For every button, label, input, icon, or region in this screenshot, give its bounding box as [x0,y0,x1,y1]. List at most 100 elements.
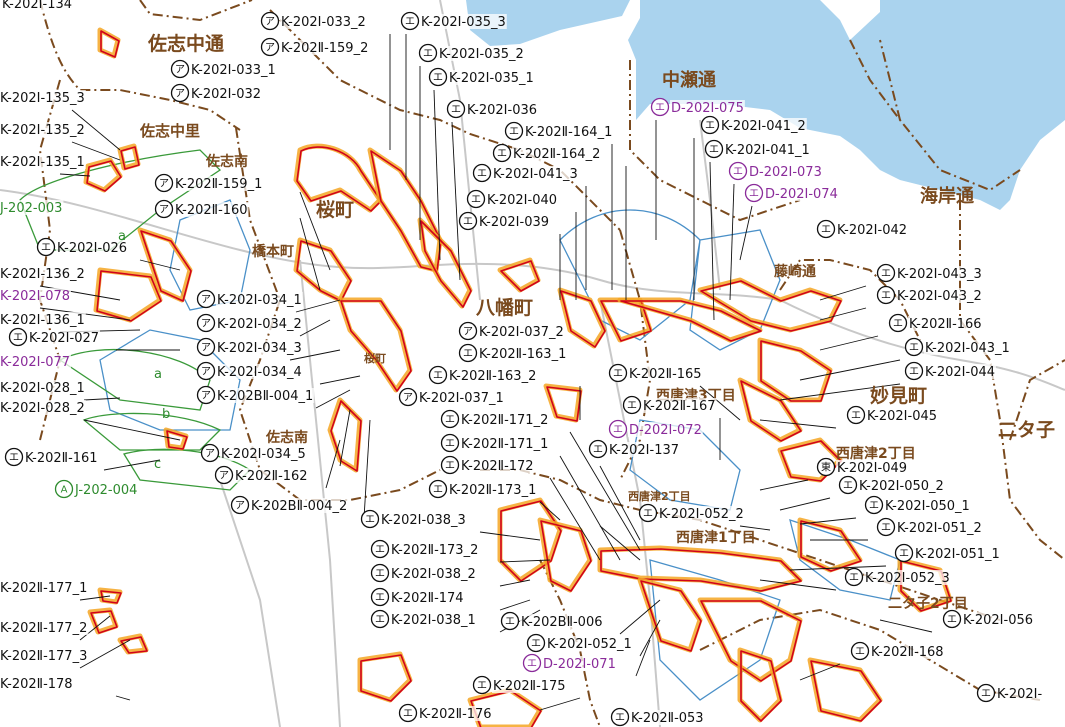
hazard-label[interactable]: ア K-202Ⅱ-159_1 [154,173,264,193]
hazard-label[interactable]: エ K-202Ⅱ-167 [622,395,717,415]
hazard-label[interactable]: K-202Ⅰ-028_2 [0,400,86,416]
hazard-label[interactable]: エ K-202Ⅰ-027 [8,327,101,347]
hazard-code: K-202Ⅱ-167 [643,399,716,414]
hazard-label[interactable]: エ K-202Ⅰ- [976,683,1044,703]
hazard-label[interactable]: K-202Ⅰ-135_3 [0,90,86,106]
hazard-label[interactable]: ア K-202Ⅰ-033_1 [170,59,277,79]
hazard-label[interactable]: エ K-202Ⅰ-052_1 [526,633,633,653]
hazard-label[interactable]: エ K-202Ⅱ-175 [472,675,567,695]
hazard-code: K-202Ⅰ-034_1 [217,293,302,308]
hazard-label[interactable]: エ K-202Ⅰ-035_2 [418,43,525,63]
hazard-label[interactable]: エ K-202Ⅰ-036 [446,99,539,119]
hazard-label[interactable]: エ K-202Ⅰ-050_2 [838,475,945,495]
hazard-label[interactable]: ア K-202Ⅱ-162 [214,465,309,485]
hazard-label[interactable]: K-202Ⅰ-136_1 [0,312,86,328]
hazard-label[interactable]: K-202Ⅰ-077 [0,354,72,370]
hazard-label[interactable]: ア K-202Ⅰ-032 [170,83,263,103]
hazard-label[interactable]: エ K-202Ⅱ-166 [888,313,983,333]
hazard-label[interactable]: エ K-202Ⅱ-163_2 [428,365,538,385]
hazard-label[interactable]: エ K-202Ⅰ-044 [904,361,997,381]
hazard-label[interactable]: K-202Ⅰ-078 [0,288,72,304]
hazard-label[interactable]: エ K-202Ⅰ-051_1 [894,543,1001,563]
hazard-label[interactable]: エ K-202Ⅰ-039 [458,211,551,231]
hazard-label[interactable]: エ K-202Ⅱ-176 [398,703,493,723]
hazard-label[interactable]: エ K-202Ⅱ-174 [370,587,465,607]
category-symbol: エ [655,103,665,114]
hazard-label[interactable]: エ K-202Ⅰ-043_3 [876,263,983,283]
hazard-label[interactable]: 東 K-202Ⅰ-049 [816,457,909,477]
hazard-label[interactable]: J-202-003 [0,200,64,216]
hazard-label[interactable]: エ K-202Ⅰ-050_1 [864,495,971,515]
category-symbol: ア [265,43,275,54]
hazard-label[interactable]: エ K-202Ⅰ-035_1 [428,67,535,87]
hazard-label[interactable]: エ K-202Ⅰ-043_1 [904,337,1011,357]
hazard-label[interactable]: K-202Ⅰ-028_1 [0,380,86,396]
hazard-label[interactable]: エ K-202Ⅱ-172 [440,455,535,475]
hazard-label[interactable]: エ K-202BⅡ-006 [500,611,604,631]
hazard-label[interactable]: K-202Ⅱ-177_2 [0,620,89,636]
hazard-label[interactable]: エ K-202Ⅰ-052_2 [638,503,745,523]
hazard-label[interactable]: ア K-202BⅡ-004_1 [196,385,315,405]
hazard-label[interactable]: エ K-202Ⅰ-137 [588,439,681,459]
hazard-label[interactable]: ア K-202Ⅰ-034_4 [196,361,303,381]
hazard-label[interactable]: エ K-202Ⅱ-165 [608,363,703,383]
category-symbol: エ [463,217,473,228]
hazard-code: K-202Ⅱ-168 [871,645,944,660]
hazard-label[interactable]: エ K-202Ⅰ-040 [466,189,559,209]
hazard-label[interactable]: エ K-202Ⅱ-053 [610,707,705,727]
hazard-label[interactable]: エ D-202Ⅰ-075 [650,97,745,117]
hazard-label[interactable]: エ K-202Ⅰ-035_3 [400,11,507,31]
hazard-label[interactable]: エ K-202Ⅱ-161 [4,447,99,467]
hazard-label[interactable]: エ K-202Ⅱ-171_1 [440,433,550,453]
hazard-label[interactable]: エ K-202Ⅰ-043_2 [876,285,983,305]
hazard-label[interactable]: エ K-202Ⅱ-164_1 [504,121,614,141]
hazard-label[interactable]: エ K-202Ⅱ-168 [850,641,945,661]
hazard-label[interactable]: エ K-202Ⅰ-052_3 [844,567,951,587]
hazard-label[interactable]: ア K-202Ⅰ-034_2 [196,313,303,333]
hazard-label[interactable]: K-202Ⅰ-136_2 [0,266,86,282]
hazard-label[interactable]: エ K-202Ⅰ-026 [36,237,129,257]
hazard-label[interactable]: A J-202-004 [54,479,139,499]
hazard-label[interactable]: エ K-202Ⅰ-038_2 [370,563,477,583]
hazard-label[interactable]: K-202Ⅰ-135_1 [0,154,86,170]
hazard-label[interactable]: エ K-202Ⅰ-041_3 [472,163,579,183]
hazard-label[interactable]: エ D-202Ⅰ-071 [522,653,617,673]
category-symbol: エ [433,371,443,382]
hazard-code: D-202Ⅰ-071 [543,657,616,672]
hazard-label[interactable]: エ K-202Ⅰ-045 [846,405,939,425]
hazard-label[interactable]: エ K-202Ⅰ-042 [816,219,909,239]
hazard-label[interactable]: エ K-202Ⅱ-173_1 [428,479,538,499]
hazard-label[interactable]: エ K-202Ⅰ-056 [942,609,1035,629]
hazard-label[interactable]: ア K-202Ⅱ-160 [154,199,249,219]
hazard-code: K-202Ⅰ-137 [609,443,679,458]
hazard-label[interactable]: K-202Ⅰ-134 [1,0,74,12]
hazard-label[interactable]: ア K-202BⅡ-004_2 [230,495,349,515]
hazard-code: K-202Ⅰ-043_2 [897,289,982,304]
hazard-label[interactable]: エ K-202Ⅱ-173_2 [370,539,480,559]
hazard-label[interactable]: K-202Ⅰ-135_2 [0,122,86,138]
hazard-code: D-202Ⅰ-074 [765,187,838,202]
hazard-label[interactable]: エ K-202Ⅰ-041_2 [700,115,807,135]
category-symbol: エ [869,501,879,512]
hazard-zone-outer [697,597,803,683]
hazard-label[interactable]: エ D-202Ⅰ-073 [728,161,823,181]
hazard-label[interactable]: ア K-202Ⅰ-037_1 [398,387,505,407]
hazard-label[interactable]: K-202Ⅱ-177_1 [0,580,89,596]
hazard-label[interactable]: エ K-202Ⅰ-038_1 [370,609,477,629]
hazard-label[interactable]: エ K-202Ⅱ-171_2 [440,409,550,429]
hazard-label[interactable]: エ K-202Ⅰ-051_2 [876,517,983,537]
hazard-label[interactable]: エ K-202Ⅱ-163_1 [458,343,568,363]
hazard-label[interactable]: エ K-202Ⅰ-041_1 [704,139,811,159]
hazard-label[interactable]: ア K-202Ⅰ-037_2 [458,321,565,341]
hazard-label[interactable]: K-202Ⅱ-178 [0,676,74,692]
hazard-label[interactable]: エ D-202Ⅰ-072 [608,419,703,439]
hazard-code: K-202Ⅱ-177_2 [0,621,87,636]
hazard-label[interactable]: ア K-202Ⅰ-033_2 [260,11,367,31]
hazard-label[interactable]: ア K-202Ⅱ-159_2 [260,37,370,57]
category-symbol: エ [433,485,443,496]
hazard-label[interactable]: K-202Ⅱ-177_3 [0,648,89,664]
hazard-label[interactable]: ア K-202Ⅰ-034_5 [200,443,307,463]
hazard-code: D-202Ⅰ-075 [671,101,744,116]
hazard-label[interactable]: エ K-202Ⅰ-038_3 [360,509,467,529]
hazard-label[interactable]: エ D-202Ⅰ-074 [744,183,839,203]
